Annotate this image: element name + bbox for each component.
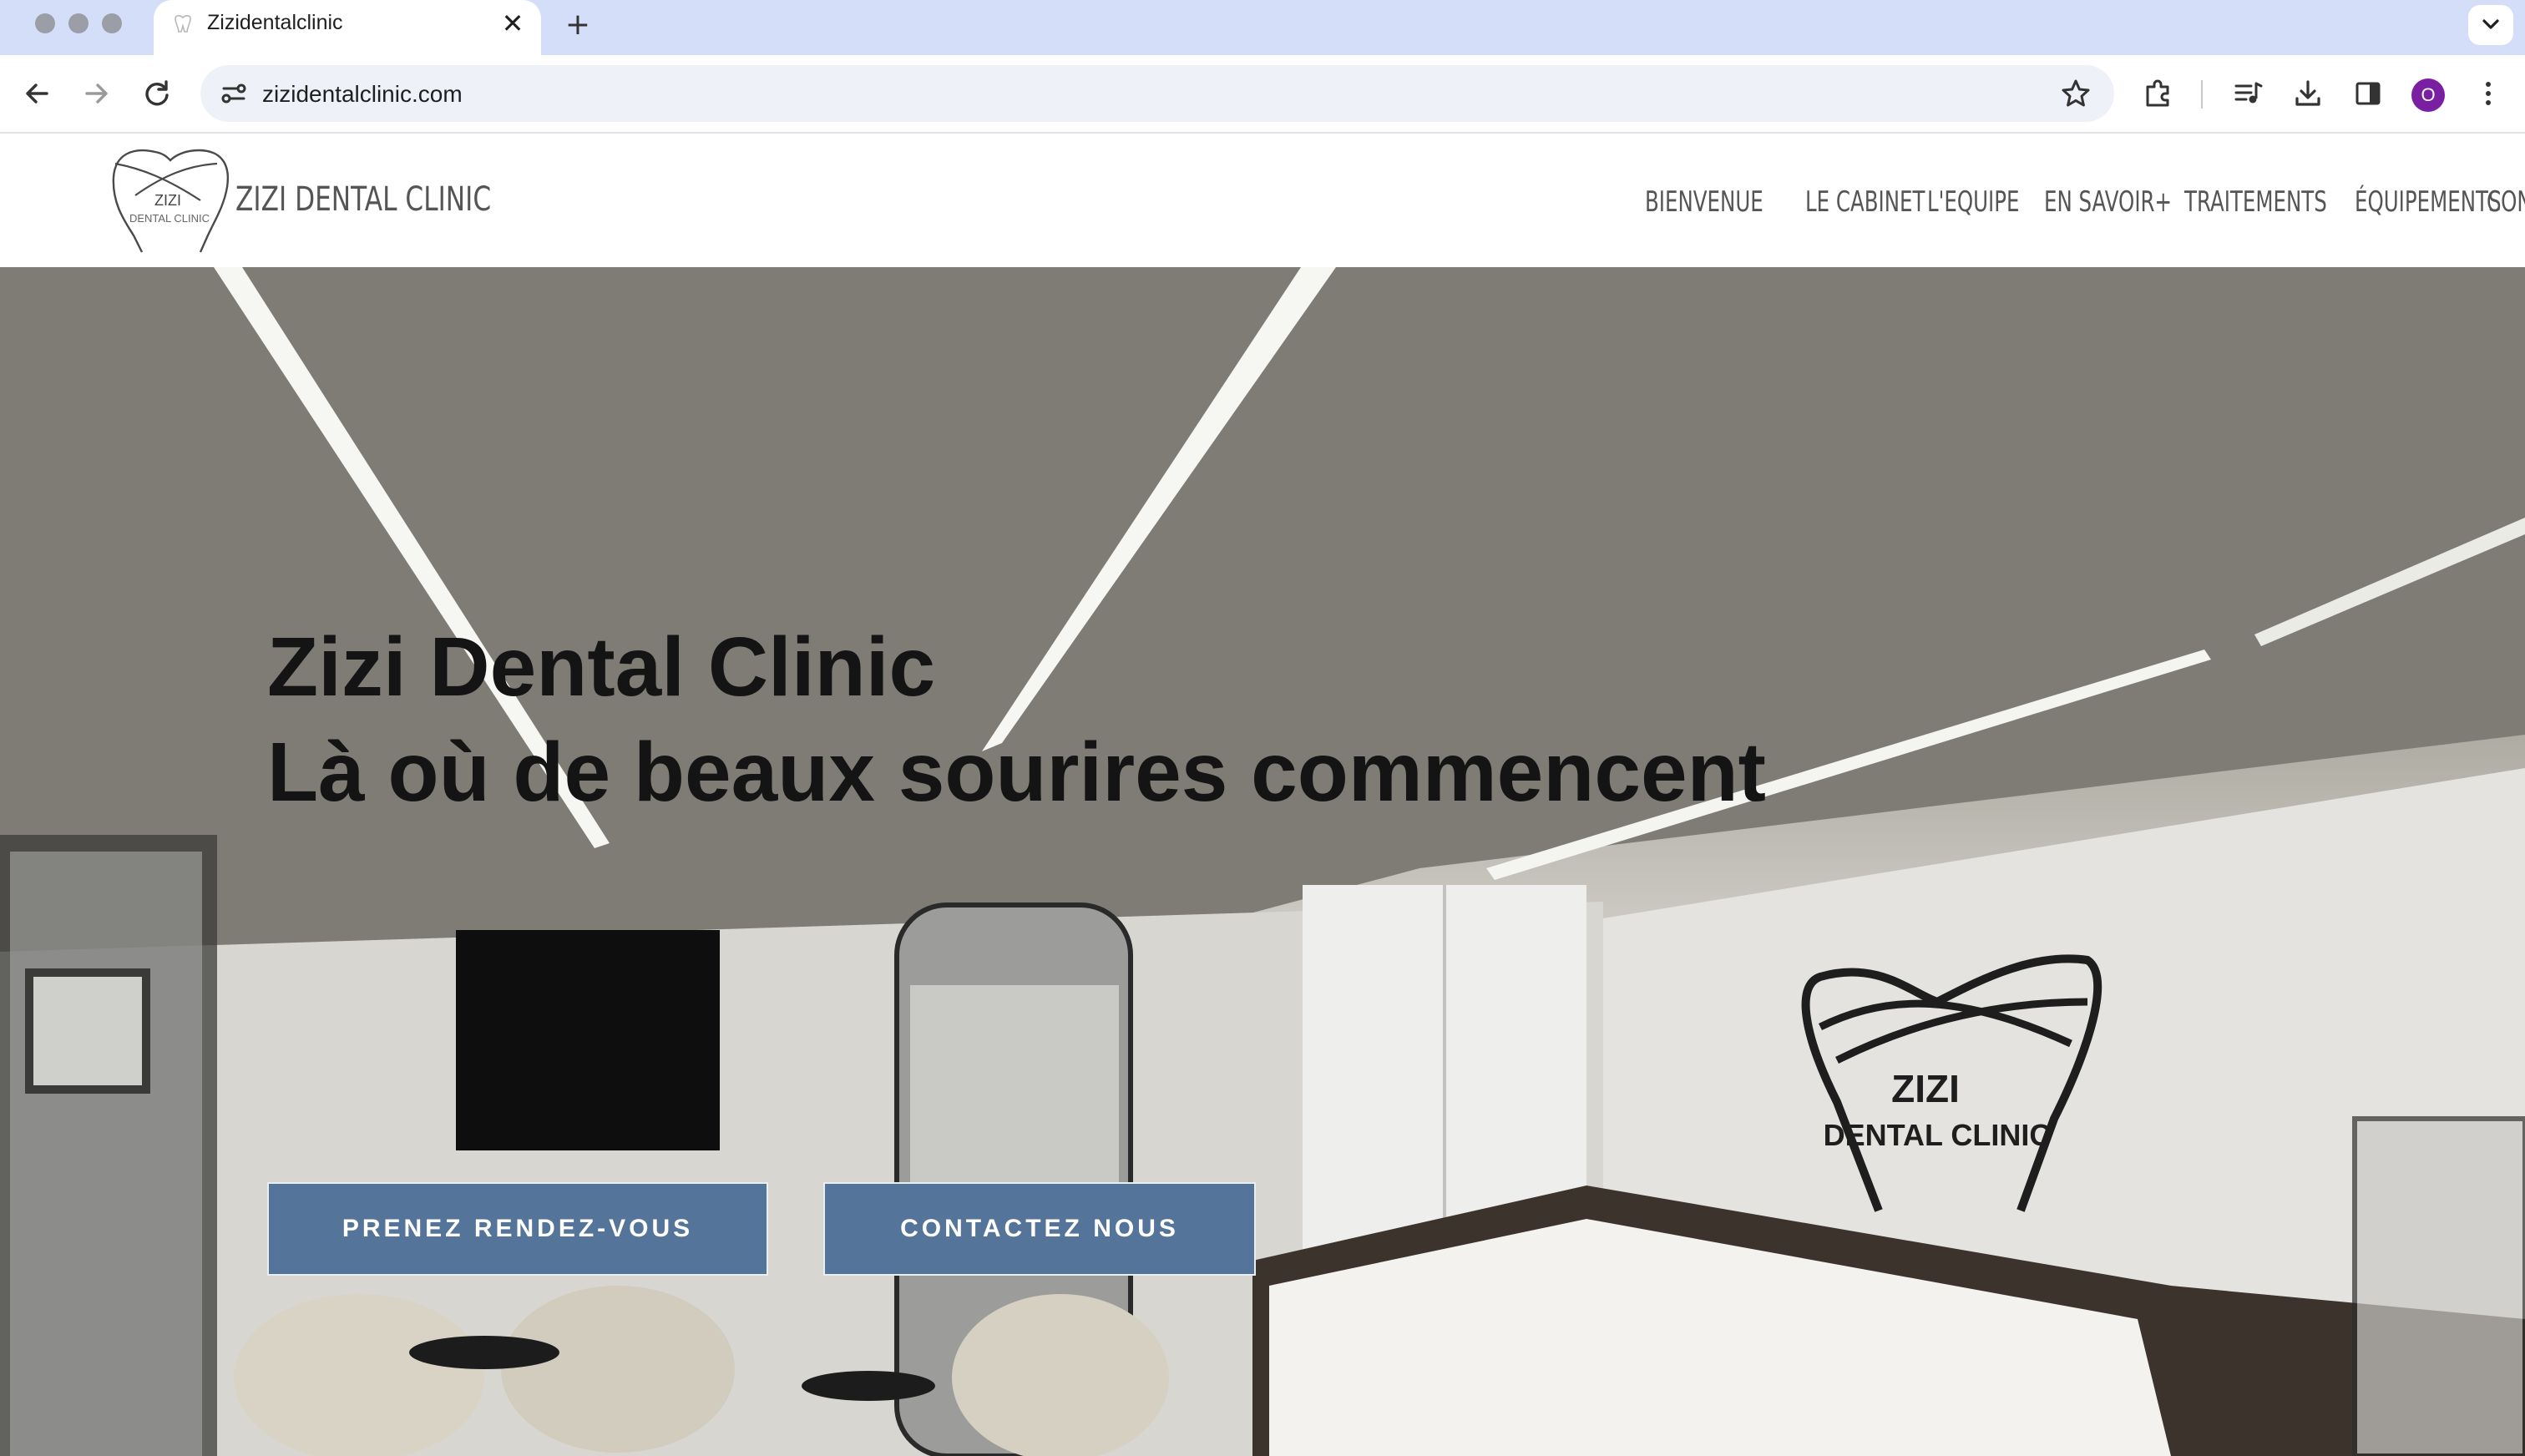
svg-text:DENTAL CLINIC: DENTAL CLINIC: [1824, 1118, 2052, 1152]
tab-search-button[interactable]: [2468, 5, 2513, 45]
forward-arrow-icon[interactable]: [77, 73, 117, 114]
url-text[interactable]: zizidentalclinic.com: [262, 81, 463, 108]
hero-section: ZIZI DENTAL CLINIC Zizi Dental Clinic Là…: [0, 267, 2525, 1456]
browser-toolbar: zizidentalclinic.com O: [0, 55, 2525, 134]
media-controls-icon[interactable]: [2228, 73, 2268, 114]
window-close-button[interactable]: [35, 13, 55, 33]
nav-item-lequipe[interactable]: L'EQUIPE: [1927, 185, 2019, 219]
extensions-puzzle-icon[interactable]: [2138, 73, 2178, 114]
browser-tab-strip: Zizidentalclinic ✕ +: [0, 0, 2525, 55]
hero-title: Zizi Dental Clinic: [267, 620, 936, 714]
back-arrow-icon[interactable]: [17, 73, 57, 114]
new-tab-button[interactable]: +: [559, 7, 596, 43]
nav-item-bienvenue[interactable]: BIENVENUE: [1645, 185, 1763, 219]
downloads-icon[interactable]: [2288, 73, 2328, 114]
window-minimize-button[interactable]: [68, 13, 89, 33]
browser-tab-active[interactable]: Zizidentalclinic ✕: [154, 0, 541, 55]
site-header: ZIZI DENTAL CLINIC ZIZI DENTAL CLINIC BI…: [0, 134, 2525, 267]
site-logo-text[interactable]: ZIZI DENTAL CLINIC: [235, 180, 491, 219]
tooth-favicon-icon: [172, 13, 194, 35]
nav-item-en-savoir[interactable]: EN SAVOIR+: [2044, 185, 2172, 219]
svg-text:ZIZI: ZIZI: [154, 192, 181, 209]
address-bar[interactable]: zizidentalclinic.com: [200, 65, 2114, 122]
nav-item-equipements[interactable]: ÉQUIPEMENTS: [2355, 185, 2502, 219]
reload-icon[interactable]: [137, 73, 177, 114]
tooth-logo-icon[interactable]: ZIZI DENTAL CLINIC: [109, 145, 232, 254]
chevron-down-icon: [2482, 19, 2499, 29]
tab-title: Zizidentalclinic: [207, 11, 343, 34]
toolbar-divider: [2201, 80, 2203, 109]
site-settings-icon[interactable]: [214, 73, 254, 114]
svg-text:DENTAL CLINIC: DENTAL CLINIC: [129, 212, 210, 225]
side-panel-icon[interactable]: [2348, 73, 2388, 114]
window-maximize-button[interactable]: [102, 13, 122, 33]
bookmark-star-icon[interactable]: [2056, 73, 2096, 114]
nav-item-contact[interactable]: CONTACT: [2487, 185, 2525, 219]
profile-avatar[interactable]: O: [2411, 78, 2445, 112]
nav-item-traitements[interactable]: TRAITEMENTS: [2184, 185, 2327, 219]
hero-subtitle: Là où de beaux sourires commencent: [267, 725, 1766, 819]
book-appointment-button[interactable]: PRENEZ RENDEZ-VOUS: [267, 1182, 768, 1276]
nav-item-le-cabinet[interactable]: LE CABINET: [1805, 185, 1925, 219]
more-menu-icon[interactable]: [2468, 73, 2508, 114]
clinic-reception-photo: ZIZI DENTAL CLINIC: [0, 267, 2525, 1456]
svg-text:ZIZI: ZIZI: [1891, 1067, 1960, 1110]
tab-close-icon[interactable]: ✕: [498, 8, 528, 38]
contact-us-button[interactable]: CONTACTEZ NOUS: [823, 1182, 1256, 1276]
